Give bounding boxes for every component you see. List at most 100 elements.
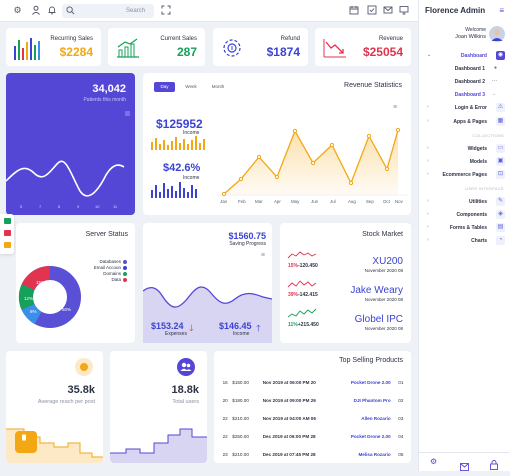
refund-icon [223, 39, 241, 57]
eye-icon: ◉ [496, 51, 505, 60]
lock-icon[interactable] [490, 457, 498, 475]
table-cell: 01 [398, 379, 404, 385]
stat-label: Current Sales [160, 36, 197, 42]
sidebar-item-dashboard-2[interactable]: Dashboard 2 ··· [419, 77, 510, 87]
menu-icon[interactable]: ≡ [261, 252, 265, 259]
red-toggle-icon[interactable] [4, 230, 11, 236]
svg-text:Sep: Sep [366, 199, 374, 204]
chevron-right-icon: › [427, 171, 429, 177]
saving-progress-card: $1560.75 Saving Progress ≡ $153.24 🡓 Exp… [143, 223, 272, 343]
section-heading: USER INTERFACE [465, 186, 504, 191]
table-cell: $150.00 [232, 379, 249, 385]
checkbox-icon[interactable] [366, 5, 377, 16]
sidebar-item-utilities[interactable]: › Utilities ✎ [419, 197, 510, 207]
hamburger-icon[interactable]: ≡ [499, 6, 504, 15]
x-tick: 7 [39, 204, 42, 209]
users-icon [177, 358, 195, 376]
table-cell: $250.00 [232, 433, 249, 439]
users-card: 18.8k Total users [110, 351, 207, 463]
avatar[interactable] [489, 26, 505, 42]
sidebar-item-label: Login & Error [454, 105, 487, 111]
table-row[interactable]: 22 $210.00 Nov 2019 at 04:00 AM 06 Allen Ro… [214, 409, 411, 427]
sidebar-item-label: Dashboard [460, 53, 487, 59]
expenses-value: $153.24 [151, 321, 184, 331]
table-row[interactable]: 16 $150.00 Nov 2019 at 06:00 PM 20 Pocket D… [214, 373, 411, 391]
slice-label: 12% [24, 296, 33, 301]
search-placeholder: Search [126, 8, 146, 14]
trend-down-icon [323, 39, 346, 58]
mail-icon[interactable] [382, 5, 393, 16]
bell-icon[interactable] [46, 5, 57, 16]
brand-title[interactable]: Florence Admin [425, 6, 485, 15]
orange-toggle-icon[interactable] [4, 242, 11, 248]
table-row[interactable]: 23 $210.00 Dec 2019 at 07:45 PM 28 Melisa R… [214, 445, 411, 463]
sidebar-item-login-error[interactable]: › Login & Error ⚠ [419, 103, 510, 113]
table-cell: DJI Phantom Pro [353, 397, 391, 403]
sidebar-footer: ⚙ [419, 452, 510, 471]
svg-text:Jul: Jul [330, 199, 336, 204]
calendar-icon[interactable] [348, 5, 359, 16]
sidebar-item-dashboard-1[interactable]: Dashboard 1 ● [419, 64, 510, 74]
sidebar-item-models[interactable]: › Models ▣ [419, 157, 510, 167]
revenue-title: Revenue Statistics [344, 82, 402, 89]
sidebar-item-label: Dashboard 2 [454, 79, 485, 85]
sidebar-item-components[interactable]: › Components ◈ [419, 210, 510, 220]
chevron-right-icon: › [427, 237, 429, 243]
green-toggle-icon[interactable] [4, 218, 11, 224]
sidebar-item-label: Charts [471, 238, 487, 244]
svg-text:Jan: Jan [220, 199, 228, 204]
reach-label: Average reach per post [37, 399, 95, 405]
monitor-icon[interactable] [398, 5, 409, 16]
svg-text:Nov: Nov [395, 199, 404, 204]
slice-label: 15% [36, 280, 45, 285]
tab-week[interactable]: Week [181, 82, 201, 92]
income-percent-mini-bars [151, 182, 197, 198]
stat-card-recurring-sales: Recurring Sales $2284 [6, 28, 101, 66]
user-name[interactable]: Joan Wilkins [455, 34, 486, 40]
slice-label: 50% [62, 307, 71, 312]
sun-icon [75, 358, 93, 376]
chat-icon[interactable]: ▘ [15, 431, 37, 453]
table-cell: 22 [222, 415, 228, 421]
sidebar-item-dashboard-3[interactable]: Dashboard 3 ← [419, 90, 510, 100]
income-label: Income [233, 331, 250, 337]
mail-icon[interactable] [460, 458, 469, 476]
sidebar-item-apps-pages[interactable]: › Apps & Pages ▦ [419, 117, 510, 127]
table-row[interactable]: 22 $250.00 Dec 2019 at 06:00 PM 28 Pocket D… [214, 427, 411, 445]
user-icon[interactable] [30, 5, 41, 16]
sidebar-item-dashboard[interactable]: ⌄ Dashboard ◉ [419, 51, 510, 61]
sidebar-item-label: Apps & Pages [453, 119, 487, 125]
tab-month[interactable]: Month [207, 82, 229, 92]
grip-icon[interactable] [125, 111, 130, 116]
menu-icon[interactable]: ≡ [393, 104, 399, 111]
x-tick: 5 [20, 204, 23, 209]
fullscreen-icon[interactable] [160, 5, 171, 16]
stat-label: Revenue [378, 36, 403, 42]
chevron-right-icon: › [427, 158, 429, 164]
sidebar-item-forms-tables[interactable]: › Forms & Tables ▤ [419, 223, 510, 233]
tab-day[interactable]: Day [154, 82, 175, 92]
server-status-title: Server Status [85, 231, 128, 238]
revenue-statistics-card: Day Week Month Revenue Statistics ≡ $125… [143, 73, 411, 215]
arrow-left-icon: ← [492, 91, 497, 97]
sidebar-item-charts[interactable]: › Charts ◔ [419, 236, 510, 246]
sidebar-item-ecommerce[interactable]: › Ecommerce Pages ⊡ [419, 170, 510, 180]
gear-icon[interactable]: ⚙ [430, 457, 437, 466]
search-input[interactable]: Search [62, 4, 154, 18]
growth-chart-icon [117, 38, 139, 58]
table-cell: $210.00 [232, 415, 249, 421]
sidebar-item-widgets[interactable]: › Widgets ▭ [419, 144, 510, 154]
chart-icon: ◔ [496, 236, 505, 245]
table-row[interactable]: 20 $180.00 Nov 2019 at 09:00 PM 29 DJI Phan… [214, 391, 411, 409]
cart-icon: ⊡ [496, 170, 505, 179]
server-legend: Databases Email Accoun Domains Data [94, 259, 121, 283]
legend-swatches [123, 260, 127, 282]
sidebar-item-label: Widgets [467, 146, 487, 152]
gear-icon[interactable]: ⚙ [12, 5, 23, 16]
table-cell: Melisa Rozario [358, 451, 391, 457]
chevron-right-icon: › [427, 145, 429, 151]
users-step-chart [110, 428, 207, 463]
sidebar-item-label: Dashboard 3 [454, 92, 485, 98]
x-tick: 10 [95, 204, 100, 209]
products-table: 16 $150.00 Nov 2019 at 06:00 PM 20 Pocket D… [214, 373, 411, 463]
